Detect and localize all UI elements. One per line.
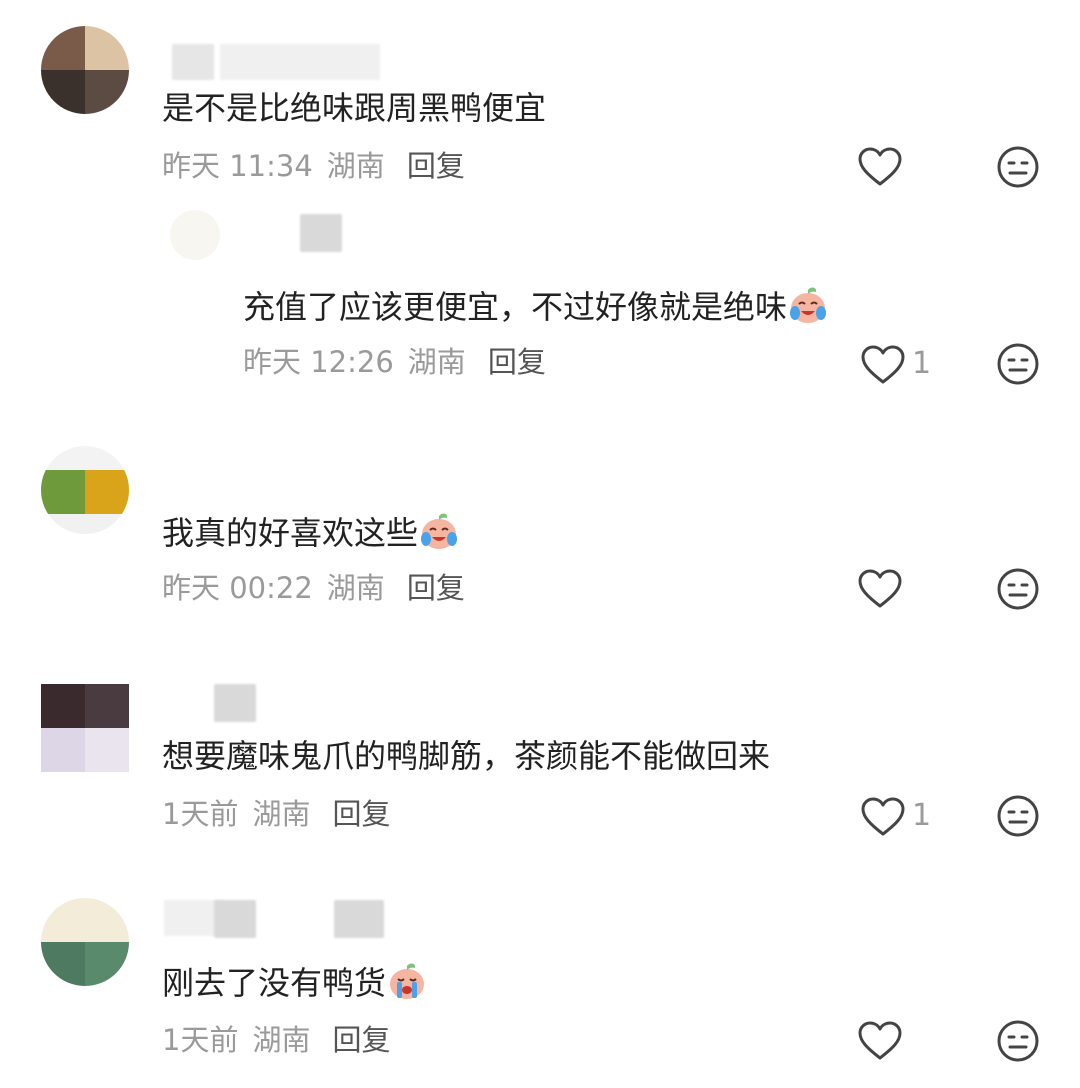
crying-laughing-emoji (421, 513, 458, 549)
comment-text: 刚去了没有鸭货 (162, 960, 428, 1005)
avatar[interactable] (41, 684, 129, 772)
reply-button[interactable]: 回复 (332, 797, 390, 831)
crying-laughing-emoji (790, 287, 827, 323)
reply-button[interactable]: 回复 (407, 149, 465, 183)
dislike-face-icon[interactable] (996, 145, 1040, 189)
comment-meta: 1天前 湖南 回复 (162, 1020, 390, 1060)
comment-text: 充值了应该更便宜，不过好像就是绝味 (243, 284, 829, 329)
comment-time: 昨天 11:34 (162, 149, 313, 183)
comment-text: 我真的好喜欢这些 (162, 510, 460, 555)
comment-text: 是不是比绝味跟周黑鸭便宜 (162, 89, 547, 127)
comment-time: 1天前 (162, 1023, 239, 1057)
avatar[interactable] (170, 210, 220, 260)
username-blurred[interactable] (214, 900, 256, 938)
comment-location: 湖南 (326, 571, 385, 605)
comment-time: 1天前 (162, 797, 239, 831)
heart-icon[interactable] (857, 146, 903, 188)
avatar[interactable] (41, 26, 129, 114)
comment-location: 湖南 (252, 1023, 311, 1057)
dislike-face-icon[interactable] (996, 567, 1040, 611)
username-blurred[interactable] (220, 44, 380, 80)
comment-location: 湖南 (407, 345, 466, 379)
username-blurred[interactable] (334, 900, 384, 938)
comment-time: 昨天 00:22 (162, 571, 313, 605)
comment-location: 湖南 (326, 149, 385, 183)
heart-icon[interactable] (857, 1020, 903, 1062)
username-blurred[interactable] (300, 214, 342, 252)
heart-icon[interactable] (857, 568, 903, 610)
dislike-face-icon[interactable] (996, 342, 1040, 386)
comment-location: 湖南 (252, 797, 311, 831)
comment-text: 想要魔味鬼爪的鸭脚筋，茶颜能不能做回来 (162, 737, 771, 775)
crying-emoji (390, 963, 425, 999)
reply-button[interactable]: 回复 (488, 345, 546, 379)
heart-icon[interactable] (860, 796, 906, 838)
username-blurred[interactable] (172, 44, 214, 80)
comment-time: 昨天 12:26 (243, 345, 394, 379)
like-count: 1 (912, 798, 932, 833)
reply-button[interactable]: 回复 (332, 1023, 390, 1057)
avatar[interactable] (41, 898, 129, 986)
comment-meta: 昨天 12:26 湖南 回复 (243, 342, 546, 382)
reply-button[interactable]: 回复 (407, 571, 465, 605)
comment-meta: 昨天 11:34 湖南 回复 (162, 146, 465, 186)
dislike-face-icon[interactable] (996, 794, 1040, 838)
comment-meta: 昨天 00:22 湖南 回复 (162, 568, 465, 608)
heart-icon[interactable] (860, 344, 906, 386)
comment-meta: 1天前 湖南 回复 (162, 794, 390, 834)
avatar[interactable] (41, 446, 129, 534)
dislike-face-icon[interactable] (996, 1019, 1040, 1063)
username-blurred[interactable] (214, 684, 256, 722)
like-count: 1 (912, 346, 932, 381)
